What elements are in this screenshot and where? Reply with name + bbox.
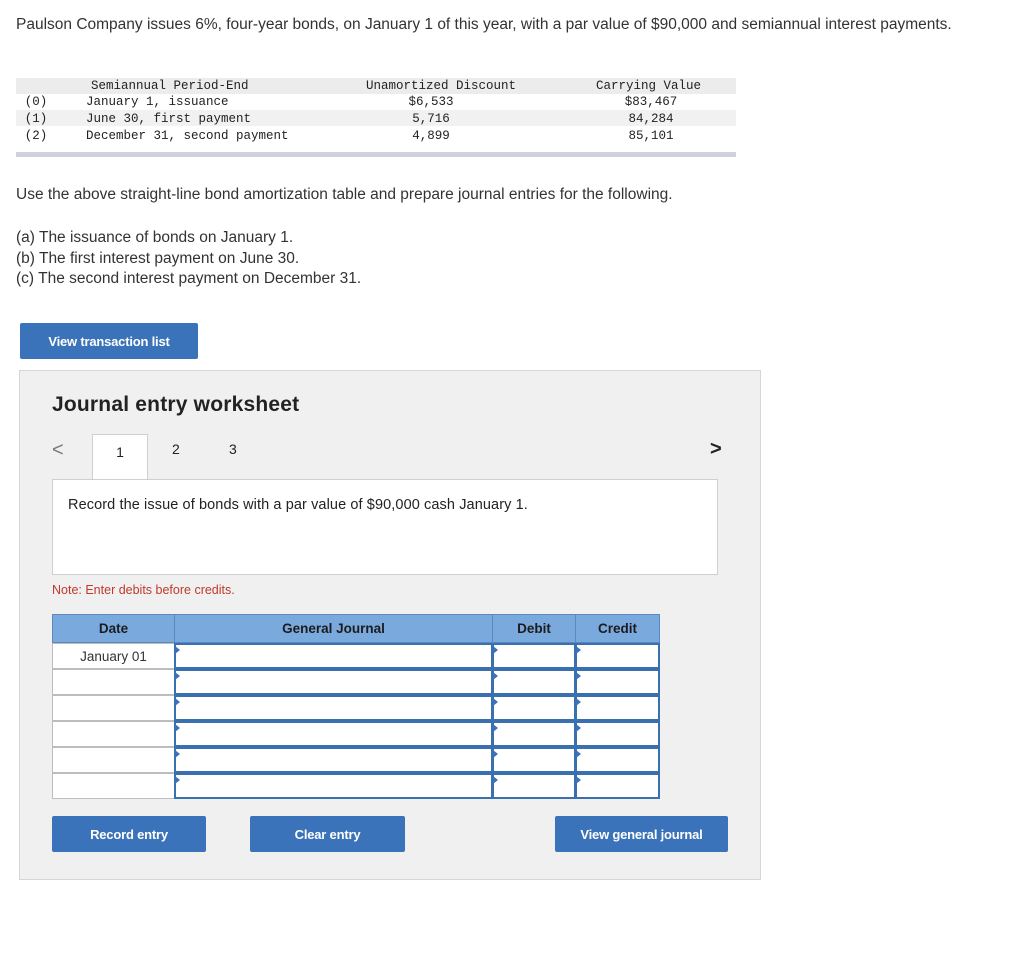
dropdown-marker-icon [493, 646, 498, 654]
date-cell[interactable] [52, 721, 175, 747]
worksheet-title: Journal entry worksheet [52, 393, 300, 416]
dropdown-marker-icon [576, 646, 581, 654]
row-discount: 4,899 [412, 129, 450, 143]
task-item: (a) The issuance of bonds on January 1. [16, 229, 294, 246]
debit-input[interactable] [492, 721, 576, 747]
credit-input[interactable] [575, 747, 660, 773]
account-input[interactable] [174, 747, 493, 773]
credit-input[interactable] [575, 669, 660, 695]
task-item: (c) The second interest payment on Decem… [16, 270, 362, 287]
dropdown-marker-icon [175, 776, 180, 784]
column-header-debit: Debit [492, 614, 576, 643]
transaction-description-box: Record the issue of bonds with a par val… [52, 479, 718, 575]
header-carrying-value: Carrying Value [596, 79, 702, 93]
dropdown-marker-icon [175, 646, 180, 654]
column-header-general-journal: General Journal [174, 614, 493, 643]
row-period: December 31, second payment [86, 129, 289, 143]
tab-2[interactable]: 2 [172, 441, 180, 457]
row-discount: $6,533 [408, 95, 454, 109]
clear-entry-button[interactable]: Clear entry [250, 816, 405, 852]
chevron-left-icon[interactable]: < [52, 439, 64, 462]
row-carrying: $83,467 [624, 95, 678, 109]
row-period: June 30, first payment [86, 112, 252, 126]
amortization-bottom-rule [16, 152, 736, 157]
date-cell[interactable] [52, 773, 175, 799]
transaction-description: Record the issue of bonds with a par val… [68, 497, 528, 513]
column-header-date: Date [52, 614, 175, 643]
row-index: (0) [24, 95, 48, 109]
date-cell[interactable] [52, 747, 175, 773]
row-discount: 5,716 [412, 112, 450, 126]
debit-input[interactable] [492, 695, 576, 721]
debit-input[interactable] [492, 747, 576, 773]
credit-input[interactable] [575, 773, 660, 799]
debit-input[interactable] [492, 643, 576, 669]
journal-entry-worksheet: Journal entry worksheet < 1 2 3 > Record… [19, 370, 761, 880]
account-input[interactable] [174, 669, 493, 695]
view-transaction-list-button[interactable]: View transaction list [20, 323, 198, 359]
row-index: (2) [24, 129, 48, 143]
record-entry-button[interactable]: Record entry [52, 816, 206, 852]
account-input[interactable] [174, 695, 493, 721]
entry-note: Note: Enter debits before credits. [52, 583, 235, 597]
dropdown-marker-icon [576, 672, 581, 680]
account-input[interactable] [174, 643, 493, 669]
dropdown-marker-icon [175, 672, 180, 680]
task-list: (a) The issuance of bonds on January 1. … [16, 228, 361, 290]
date-cell[interactable] [52, 669, 175, 695]
dropdown-marker-icon [493, 724, 498, 732]
account-input[interactable] [174, 721, 493, 747]
view-general-journal-button[interactable]: View general journal [555, 816, 728, 852]
credit-input[interactable] [575, 721, 660, 747]
tab-3[interactable]: 3 [229, 441, 237, 457]
header-period: Semiannual Period-End [91, 79, 249, 93]
dropdown-marker-icon [493, 672, 498, 680]
credit-input[interactable] [575, 643, 660, 669]
dropdown-marker-icon [576, 698, 581, 706]
dropdown-marker-icon [493, 776, 498, 784]
date-cell[interactable] [52, 695, 175, 721]
tab-1[interactable]: 1 [92, 434, 148, 480]
dropdown-marker-icon [493, 750, 498, 758]
debit-input[interactable] [492, 773, 576, 799]
row-period: January 1, issuance [86, 95, 229, 109]
problem-intro: Paulson Company issues 6%, four-year bon… [16, 16, 952, 33]
dropdown-marker-icon [576, 724, 581, 732]
dropdown-marker-icon [175, 724, 180, 732]
credit-input[interactable] [575, 695, 660, 721]
dropdown-marker-icon [175, 698, 180, 706]
dropdown-marker-icon [576, 750, 581, 758]
chevron-right-icon[interactable]: > [710, 438, 722, 461]
row-carrying: 85,101 [628, 129, 674, 143]
amortization-table: Semiannual Period-End Unamortized Discou… [16, 78, 736, 158]
row-index: (1) [24, 112, 48, 126]
header-unamortized-discount: Unamortized Discount [366, 79, 517, 93]
dropdown-marker-icon [493, 698, 498, 706]
row-carrying: 84,284 [628, 112, 674, 126]
debit-input[interactable] [492, 669, 576, 695]
dropdown-marker-icon [175, 750, 180, 758]
instruction-text: Use the above straight-line bond amortiz… [16, 186, 673, 203]
account-input[interactable] [174, 773, 493, 799]
task-item: (b) The first interest payment on June 3… [16, 249, 300, 267]
dropdown-marker-icon [576, 776, 581, 784]
column-header-credit: Credit [575, 614, 660, 643]
date-cell[interactable]: January 01 [52, 643, 175, 669]
